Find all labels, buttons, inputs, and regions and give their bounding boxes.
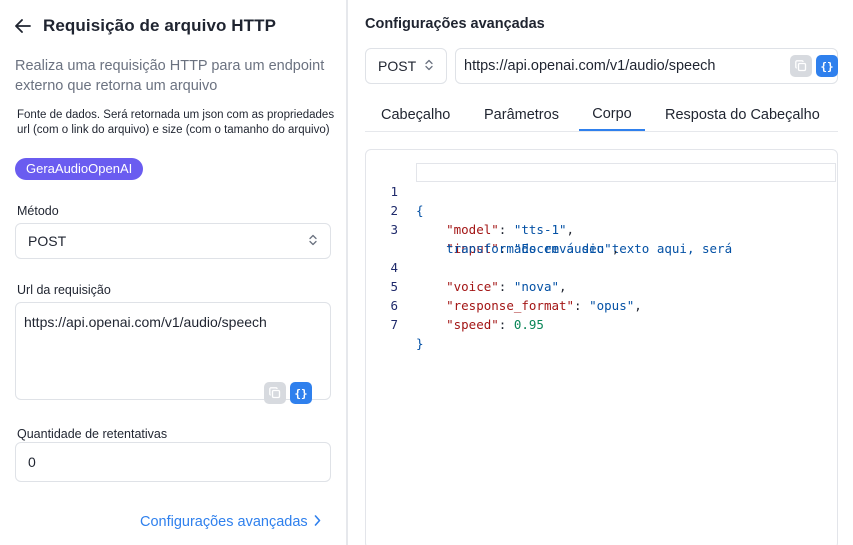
json-key: "model" (446, 222, 499, 237)
advanced-settings-link-label: Configurações avançadas (140, 514, 308, 530)
json-value: "opus" (589, 298, 635, 313)
method-select-value: POST (28, 233, 67, 249)
line-number: 7 (390, 317, 398, 332)
code-line: 3 "input": "Escreva seu texto aqui, será (366, 201, 732, 256)
method-select[interactable]: POST (15, 223, 331, 259)
chevron-updown-icon (424, 58, 434, 74)
code-line: transformado em áudio", (446, 241, 620, 256)
url-input-actions: {} (790, 55, 838, 77)
code-line: 2 "model": "tts-1", (366, 182, 574, 237)
retries-input[interactable]: 0 (15, 442, 331, 482)
json-value: "tts-1" (513, 222, 567, 237)
braces-icon[interactable]: {} (290, 382, 312, 404)
request-method-select[interactable]: POST (365, 48, 447, 84)
panel-header: Requisição de arquivo HTTP (15, 16, 276, 36)
panel-description: Realiza uma requisição HTTP para um endp… (15, 58, 325, 94)
url-field-actions: {} (264, 382, 312, 404)
copy-icon[interactable] (264, 382, 286, 404)
page-title: Requisição de arquivo HTTP (43, 16, 277, 35)
back-arrow-icon[interactable] (15, 16, 33, 36)
json-key: "response_format" (446, 298, 575, 313)
retries-input-value: 0 (28, 454, 36, 470)
copy-icon[interactable] (790, 55, 812, 77)
code-token: { (416, 203, 424, 218)
request-url-input[interactable]: https://api.openai.com/v1/audio/speech (455, 48, 838, 84)
advanced-settings-title: Configurações avançadas (365, 16, 545, 32)
code-line: 1 { (366, 163, 423, 218)
code-editor[interactable]: 1 { 2 "model": "tts-1", 3 "input": "Escr… (365, 149, 838, 545)
tab-cabecalho[interactable]: Cabeçalho (381, 98, 450, 132)
code-line: 4 "voice": "nova", (366, 239, 566, 294)
tab-resposta-cabecalho[interactable]: Resposta do Cabeçalho (665, 98, 820, 132)
left-panel: Requisição de arquivo HTTP Realiza uma r… (0, 0, 346, 545)
current-line-highlight (416, 163, 836, 182)
code-content: 1 { 2 "model": "tts-1", 3 "input": "Escr… (366, 163, 732, 351)
data-source-text: Fonte de dados. Será retornada um json c… (17, 109, 335, 136)
braces-icon[interactable]: {} (816, 55, 838, 77)
code-line: 5 "response_format": "opus", (366, 258, 641, 313)
json-value: "nova" (513, 279, 560, 294)
tab-corpo[interactable]: Corpo (579, 98, 645, 131)
json-value: 0.95 (513, 317, 544, 332)
code-token: } (416, 336, 424, 351)
code-line: 7 } (366, 296, 423, 351)
url-label: Url da requisição (17, 283, 111, 297)
method-label: Método (17, 204, 59, 218)
retries-label: Quantidade de retentativas (17, 427, 168, 441)
panel-divider (346, 0, 348, 545)
advanced-settings-link[interactable]: Configurações avançadas (140, 514, 321, 530)
code-line: 6 "speed": 0.95 (366, 277, 544, 332)
url-textarea-value: https://api.openai.com/v1/audio/speech (24, 314, 267, 330)
chevron-right-icon (314, 514, 321, 530)
data-source-chip[interactable]: GeraAudioOpenAI (15, 158, 144, 180)
chevron-updown-icon (308, 233, 318, 249)
request-method-value: POST (378, 58, 417, 74)
json-key: "voice" (446, 279, 499, 294)
request-url-value: https://api.openai.com/v1/audio/speech (464, 58, 716, 74)
settings-tabs: Cabeçalho Parâmetros Corpo Resposta do C… (365, 98, 838, 132)
json-key: "speed" (446, 317, 499, 332)
json-value: transformado em áudio" (446, 241, 612, 256)
tab-parametros[interactable]: Parâmetros (484, 98, 559, 132)
